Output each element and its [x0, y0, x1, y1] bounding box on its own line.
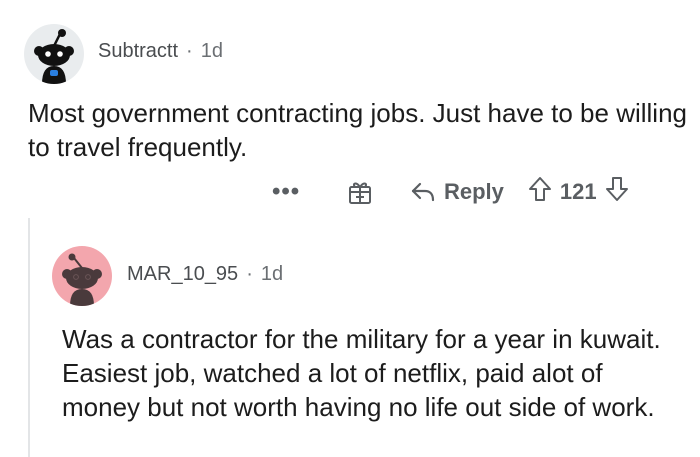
meta-separator: ·: [186, 40, 193, 62]
reply-button[interactable]: Reply: [410, 179, 504, 205]
snoo-avatar-icon: [62, 253, 102, 306]
comment-author-name[interactable]: Subtractt: [98, 40, 178, 63]
reply-arrow-icon: [411, 182, 435, 202]
downvote-arrow-icon: [605, 177, 628, 201]
reply-author-name[interactable]: MAR_10_95: [127, 263, 238, 286]
comment-action-bar: ••• Reply 121: [272, 174, 629, 210]
comment-meta: Subtractt · 1d: [98, 40, 223, 63]
thread-line[interactable]: [28, 218, 30, 457]
upvote-arrow-icon: [528, 177, 551, 201]
comment-timestamp[interactable]: 1d: [201, 40, 223, 63]
reply-timestamp[interactable]: 1d: [261, 263, 283, 286]
comment-author-avatar[interactable]: [24, 24, 84, 84]
comment-body: Most government contracting jobs. Just h…: [28, 98, 688, 162]
vote-controls: 121: [528, 176, 629, 208]
reply-label: Reply: [444, 179, 504, 204]
upvote-button[interactable]: [528, 176, 552, 208]
meta-separator: ·: [246, 263, 253, 285]
reply-body: Was a contractor for the military for a …: [62, 324, 661, 422]
reply-author-avatar[interactable]: [52, 246, 112, 306]
award-button[interactable]: [346, 178, 374, 206]
more-options-button[interactable]: •••: [272, 180, 302, 204]
gift-award-icon: [349, 182, 371, 204]
vote-count: 121: [559, 179, 597, 204]
reply-meta: MAR_10_95 · 1d: [127, 263, 283, 286]
downvote-button[interactable]: [605, 176, 629, 208]
snoo-avatar-icon: [34, 29, 74, 84]
